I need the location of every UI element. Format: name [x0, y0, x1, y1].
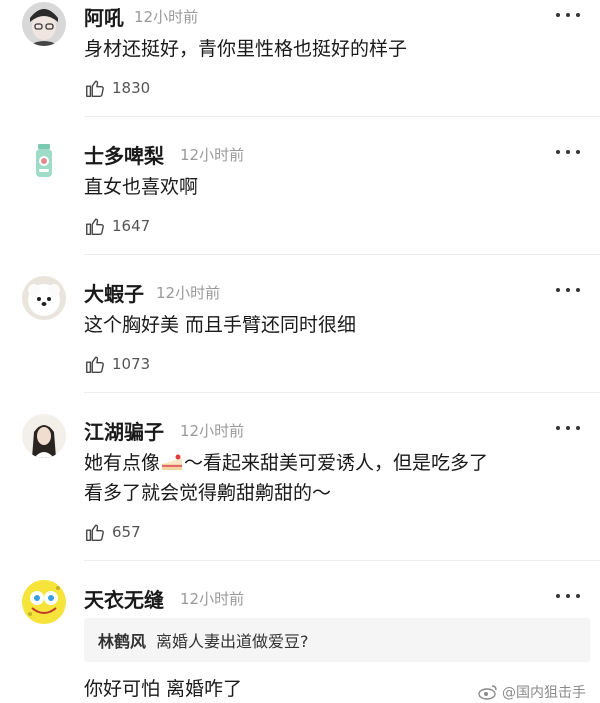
- weibo-logo-icon: [478, 685, 497, 700]
- quoted-text: 离婚人妻出道做爱豆?: [156, 632, 309, 651]
- avatar[interactable]: [22, 276, 66, 320]
- username[interactable]: 阿吼: [84, 2, 124, 31]
- comment-text-part: 她有点像: [84, 452, 161, 474]
- comment-feed: 阿吼 12小时前 身材还挺好，青你里性格也挺好的样子 1830 士多啤梨 12小…: [0, 0, 600, 703]
- like-button[interactable]: 1073: [84, 352, 150, 376]
- divider: [84, 254, 600, 255]
- divider: [84, 560, 600, 561]
- username[interactable]: 江湖骗子: [84, 416, 164, 445]
- username[interactable]: 大蝦子: [84, 278, 144, 307]
- like-count: 1647: [112, 217, 151, 235]
- comment-text-part: ～看起来甜美可爱诱人，但是吃多了: [184, 452, 489, 474]
- like-button[interactable]: 1647: [84, 214, 150, 238]
- more-options-icon[interactable]: [556, 592, 580, 600]
- quoted-username[interactable]: 林鹤风: [98, 628, 146, 652]
- avatar[interactable]: [22, 414, 66, 458]
- timestamp: 12小时前: [180, 146, 245, 164]
- thumbs-up-icon: [86, 524, 104, 541]
- more-options-icon[interactable]: [556, 286, 580, 294]
- more-options-icon[interactable]: [556, 424, 580, 432]
- quoted-reply[interactable]: 林鹤风 离婚人妻出道做爱豆?: [84, 618, 590, 662]
- like-button[interactable]: 657: [84, 520, 141, 544]
- username[interactable]: 天衣无缝: [84, 584, 164, 613]
- comment-text: 她有点像 ～看起来甜美可爱诱人，但是吃多了 看多了就会觉得齁甜齁甜的～: [84, 448, 584, 508]
- comment-text: 直女也喜欢啊: [84, 176, 199, 198]
- cake-emoji-icon: [162, 454, 183, 470]
- comment-text: 身材还挺好，青你里性格也挺好的样子: [84, 38, 408, 60]
- thumbs-up-icon: [86, 218, 104, 235]
- more-options-icon[interactable]: [556, 148, 580, 156]
- timestamp: 12小时前: [156, 284, 221, 302]
- avatar[interactable]: [22, 580, 66, 624]
- more-options-icon[interactable]: [556, 11, 580, 19]
- divider: [84, 392, 600, 393]
- avatar[interactable]: [22, 138, 66, 182]
- watermark-text: @国内狙击手: [502, 685, 586, 701]
- avatar[interactable]: [22, 2, 66, 46]
- like-count: 657: [112, 523, 141, 541]
- thumbs-up-icon: [86, 80, 104, 97]
- timestamp: 12小时前: [134, 8, 199, 26]
- like-count: 1830: [112, 79, 151, 97]
- comment-text-part: 看多了就会觉得齁甜齁甜的～: [84, 482, 332, 504]
- divider: [84, 116, 600, 117]
- thumbs-up-icon: [86, 356, 104, 373]
- comment-text: 这个胸好美 而且手臂还同时很细: [84, 314, 357, 336]
- username[interactable]: 士多啤梨: [84, 140, 164, 169]
- like-button[interactable]: 1830: [84, 76, 150, 100]
- timestamp: 12小时前: [180, 422, 245, 440]
- like-count: 1073: [112, 355, 151, 373]
- watermark: @国内狙击手: [478, 682, 586, 702]
- timestamp: 12小时前: [180, 590, 245, 608]
